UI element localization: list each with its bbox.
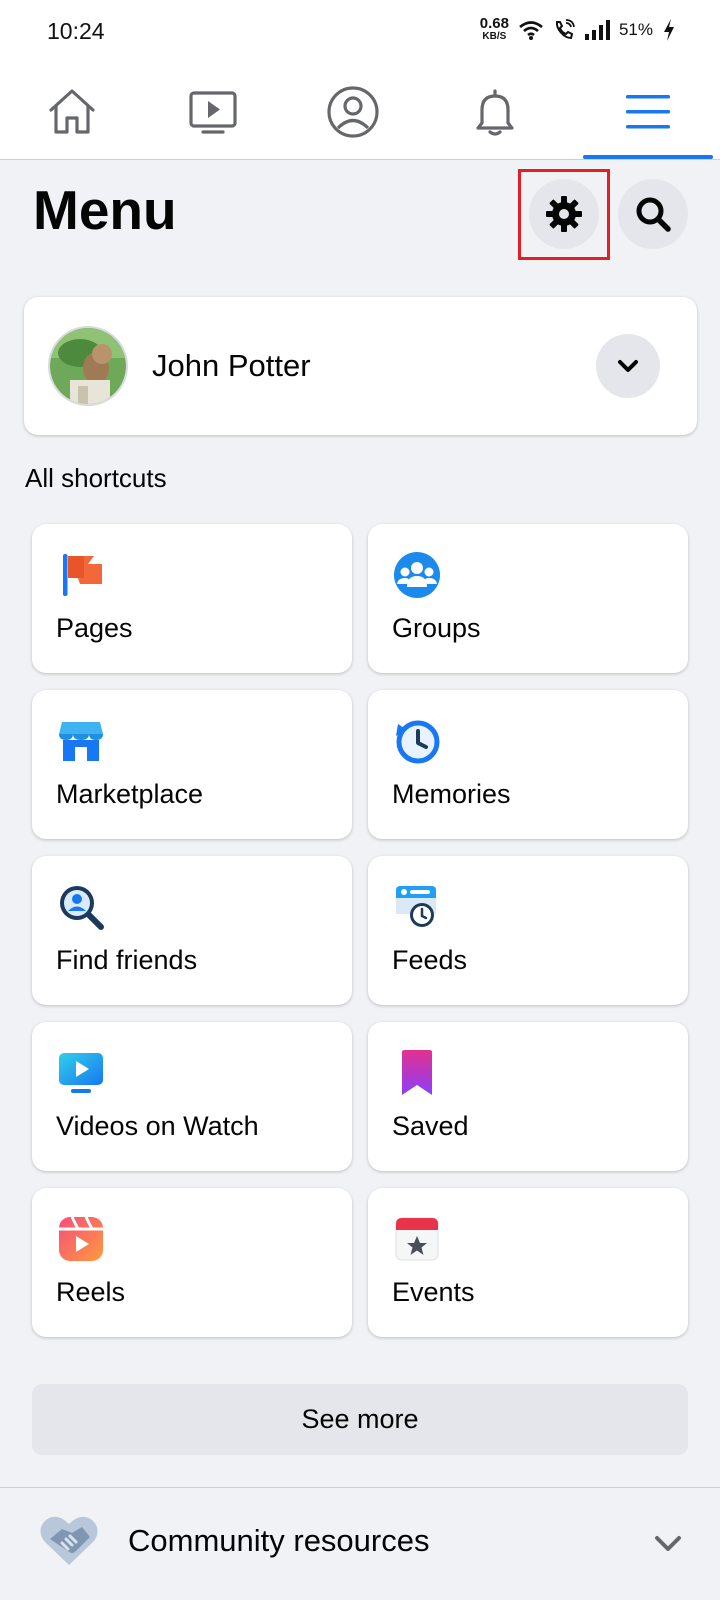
shortcut-groups[interactable]: Groups: [368, 524, 688, 673]
wifi-icon: [519, 21, 543, 40]
top-navigation: [0, 64, 720, 160]
tab-notifications[interactable]: [465, 82, 525, 142]
settings-highlight-box: [518, 169, 610, 260]
shortcut-label: Feeds: [392, 945, 468, 975]
watch-icon: [189, 91, 237, 134]
shortcut-label: Reels: [56, 1277, 126, 1307]
tab-profile[interactable]: [323, 82, 383, 142]
shortcut-events[interactable]: Events: [368, 1188, 688, 1337]
community-resources-label: Community resources: [128, 1523, 430, 1558]
shortcut-pages[interactable]: Pages: [32, 524, 352, 673]
handshake-heart-icon: [40, 1516, 98, 1565]
battery-level: 51%: [618, 20, 653, 39]
shortcut-find-friends[interactable]: Find friends: [32, 856, 352, 1005]
shortcut-label: Events: [392, 1277, 475, 1307]
shortcut-reels[interactable]: Reels: [32, 1188, 352, 1337]
shortcut-label: Groups: [392, 613, 481, 643]
profile-icon: [327, 86, 379, 138]
network-speed-value: 0.68: [479, 15, 509, 32]
tab-menu[interactable]: [618, 82, 678, 142]
charging-icon: [664, 19, 674, 41]
profile-expand-button[interactable]: [596, 334, 660, 398]
search-icon: [636, 197, 671, 232]
events-calendar-icon: [395, 1217, 439, 1261]
shortcut-label: Marketplace: [56, 779, 204, 809]
see-more-button[interactable]: See more: [32, 1384, 688, 1455]
shortcut-label: Videos on Watch: [56, 1111, 259, 1141]
shortcut-feeds[interactable]: Feeds: [368, 856, 688, 1005]
network-speed: 0.68 KB/S: [479, 15, 509, 43]
shortcut-memories[interactable]: Memories: [368, 690, 688, 839]
chevron-down-icon: [618, 360, 638, 372]
find-friends-icon: [60, 886, 104, 930]
chevron-down-icon: [655, 1536, 681, 1551]
pages-flag-icon: [63, 554, 102, 596]
shortcut-videos-on-watch[interactable]: Videos on Watch: [32, 1022, 352, 1171]
groups-icon: [394, 552, 440, 598]
reels-icon: [59, 1216, 103, 1261]
notifications-icon: [476, 89, 514, 136]
shortcut-label: Pages: [56, 613, 133, 643]
saved-bookmark-icon: [402, 1050, 432, 1095]
shortcut-label: Saved: [392, 1111, 469, 1141]
profile-name: John Potter: [152, 348, 311, 383]
feeds-icon: [396, 886, 436, 927]
status-icons: 0.68 KB/S 51%: [479, 15, 676, 43]
marketplace-shop-icon: [59, 722, 103, 761]
menu-icon: [626, 95, 670, 129]
status-time: 10:24: [47, 18, 105, 44]
community-resources-row[interactable]: Community resources: [0, 1488, 720, 1600]
network-speed-unit: KB/S: [482, 31, 507, 42]
active-tab-indicator: [583, 155, 713, 159]
search-button[interactable]: [618, 179, 688, 249]
profile-card[interactable]: John Potter: [24, 297, 697, 435]
shortcut-label: Find friends: [56, 945, 198, 975]
home-icon: [49, 89, 95, 134]
tab-watch[interactable]: [183, 82, 243, 142]
page-title: Menu: [33, 179, 177, 241]
wifi-call-icon: [555, 19, 575, 40]
status-bar: 10:24 0.68 KB/S 51%: [0, 0, 720, 64]
shortcut-saved[interactable]: Saved: [368, 1022, 688, 1171]
tab-home[interactable]: [42, 82, 102, 142]
signal-icon: [584, 20, 610, 40]
avatar-image: [50, 328, 126, 404]
memories-clock-icon: [396, 720, 440, 764]
watch-video-icon: [59, 1053, 103, 1093]
shortcuts-heading: All shortcuts: [25, 463, 167, 493]
shortcut-label: Memories: [392, 779, 511, 809]
avatar[interactable]: [48, 326, 128, 406]
shortcut-marketplace[interactable]: Marketplace: [32, 690, 352, 839]
